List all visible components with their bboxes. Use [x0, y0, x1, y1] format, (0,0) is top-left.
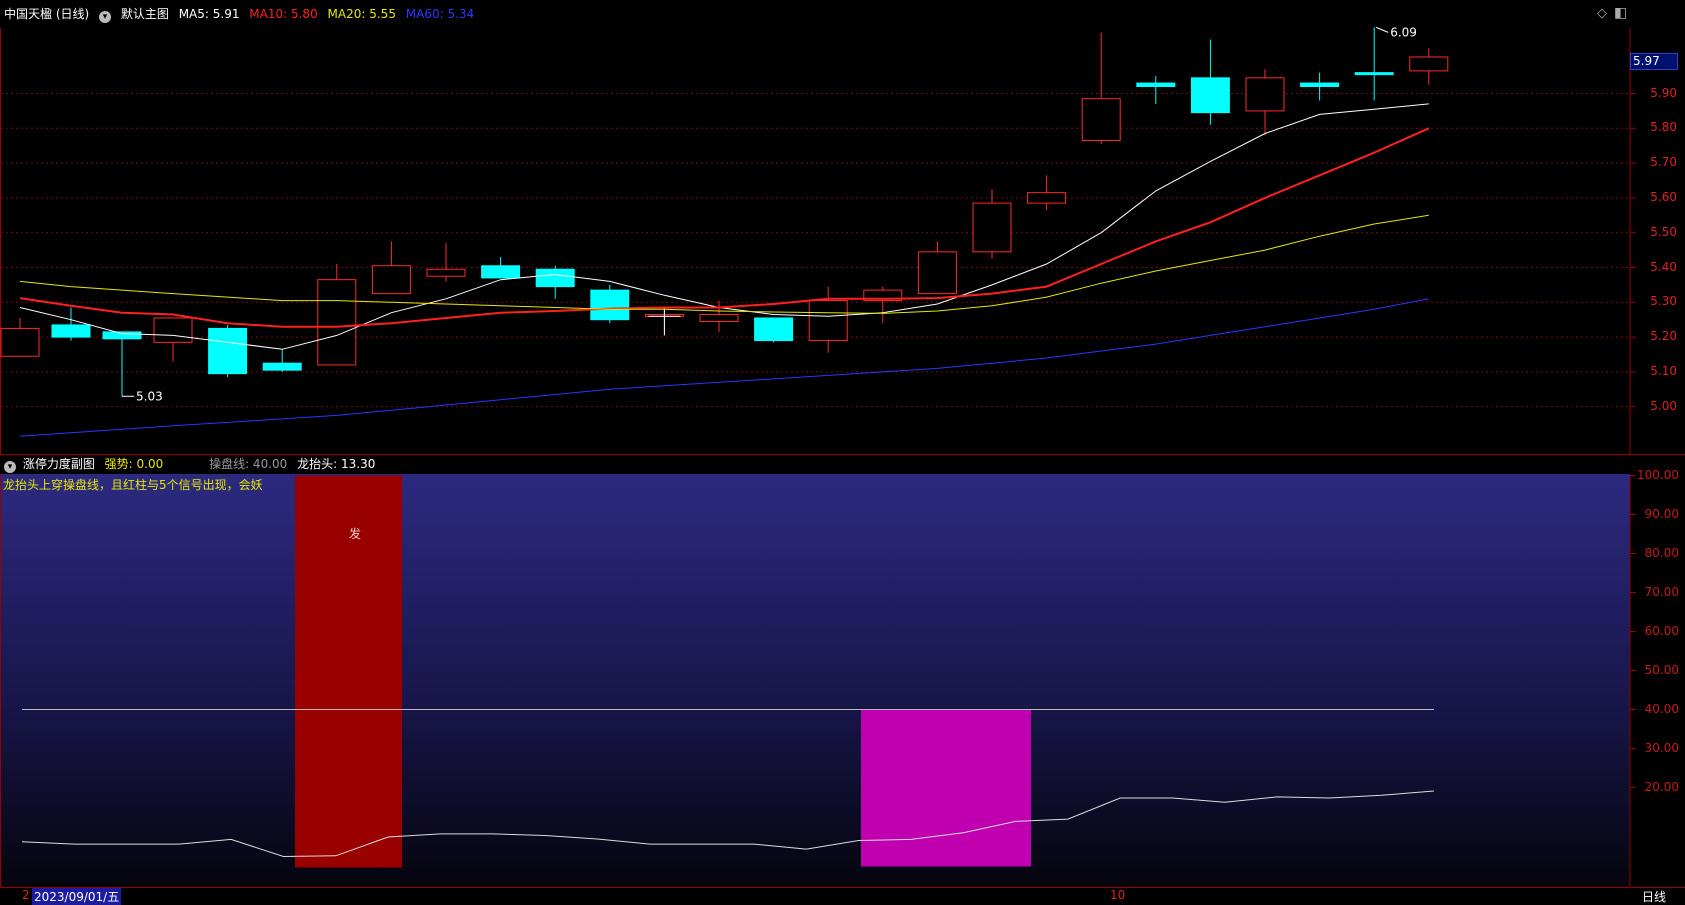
indicator-axis-label: 50.00 [1644, 662, 1679, 677]
period-label[interactable]: 日线 [1642, 888, 1666, 905]
x-axis-prefix: 2 [22, 888, 30, 902]
candlestick [262, 349, 302, 372]
candle-body [262, 362, 302, 371]
candlestick [1354, 27, 1394, 101]
candle-body [317, 279, 357, 366]
candle-body [426, 268, 466, 277]
candlestick [535, 265, 575, 299]
sub-note: 龙抬头上穿操盘线，且红柱与5个信号出现，会妖 [3, 478, 263, 492]
candle-body [917, 251, 957, 295]
indicator-axis-label: 100.00 [1637, 467, 1679, 482]
candlestick [1190, 39, 1230, 125]
candle-body [51, 324, 91, 338]
indicator-axis-label: 60.00 [1644, 623, 1679, 638]
x-axis-bar [0, 887, 1685, 905]
candlestick [371, 241, 411, 295]
cursor-date-label: 2023/09/01/五 [32, 888, 122, 905]
strength-label: 强势: 0.00 [104, 457, 164, 471]
sub-dropdown-icon[interactable]: ▾ [4, 461, 16, 473]
candlestick [1136, 76, 1176, 104]
sub-chart-header: ▾ 涨停力度副图 强势: 0.00 操盘线: 40.00 龙抬头: 13.30 [4, 455, 375, 473]
candlestick [972, 189, 1012, 259]
indicator-chart[interactable]: 发 [0, 474, 1685, 888]
ma5-line [19, 103, 1429, 350]
price-axis-label: 5.80 [1650, 120, 1677, 135]
candlestick [699, 300, 739, 332]
candle-body [481, 265, 521, 279]
candlestick [208, 324, 248, 378]
signal-magenta-bar [861, 709, 1031, 867]
candlestick [102, 331, 142, 397]
candlestick [153, 317, 193, 362]
indicator-axis-label: 80.00 [1644, 545, 1679, 560]
candlestick [317, 264, 357, 366]
dragon-label: 龙抬头: 13.30 [297, 457, 376, 471]
candle-body [102, 331, 142, 340]
candle-body [1300, 82, 1340, 88]
candle-body [972, 202, 1012, 253]
candle-body [590, 289, 630, 321]
price-axis-label: 5.30 [1650, 294, 1677, 309]
indicator-axis-label: 20.00 [1644, 779, 1679, 794]
candle-body [699, 313, 739, 322]
price-axis-label: 5.70 [1650, 155, 1677, 170]
candle-body [1409, 56, 1449, 72]
ops-label: 操盘线: 40.00 [209, 457, 288, 471]
high-marker-label: 6.09 [1390, 25, 1417, 39]
sub-title[interactable]: 涨停力度副图 [23, 457, 95, 471]
indicator-axis-label: 30.00 [1644, 740, 1679, 755]
candlestick [1245, 69, 1285, 136]
candlestick [1027, 175, 1067, 211]
candle-body [1136, 82, 1176, 88]
candlestick [1409, 48, 1449, 85]
candle-body [1027, 192, 1067, 204]
candle-body [808, 300, 848, 342]
price-axis-label: 5.20 [1650, 329, 1677, 344]
price-axis-label: 5.00 [1650, 398, 1677, 413]
candle-body [208, 327, 248, 375]
candlestick [754, 317, 794, 343]
candle-body [153, 317, 193, 343]
candle-body [1190, 77, 1230, 114]
candlestick [1081, 32, 1121, 144]
candlestick [863, 286, 903, 324]
candlestick [1300, 72, 1340, 101]
price-chart[interactable]: 6.09 5.03 [0, 0, 1685, 455]
price-axis-label: 5.50 [1650, 224, 1677, 239]
price-axis-label: 5.60 [1650, 189, 1677, 204]
candlestick [0, 317, 40, 357]
candlestick [481, 257, 521, 279]
candle-body [535, 268, 575, 288]
indicator-axis-label: 70.00 [1644, 584, 1679, 599]
indicator-axis-label: 90.00 [1644, 506, 1679, 521]
price-axis-label: 5.10 [1650, 363, 1677, 378]
indicator-background [1, 474, 1630, 887]
indicator-axis-label: 40.00 [1644, 701, 1679, 716]
candle-body [1354, 72, 1394, 76]
candle-body [1245, 77, 1285, 112]
candlestick [917, 241, 957, 295]
high-marker-arrow [1376, 26, 1389, 33]
candle-body [1081, 98, 1121, 141]
month-tick-label: 10 [1110, 888, 1126, 902]
candlestick [426, 243, 466, 282]
stock-chart-window: 中国天楹 (日线) ▾ 默认主图 MA5: 5.91 MA10: 5.80 MA… [0, 0, 1685, 905]
price-axis-label: 5.90 [1650, 85, 1677, 100]
candle-body [754, 317, 794, 342]
ma20-line [19, 214, 1429, 314]
price-axis-label: 5.40 [1650, 259, 1677, 274]
candle-body [0, 327, 40, 357]
low-marker-label: 5.03 [136, 389, 163, 403]
candlestick [590, 284, 630, 324]
candle-body [371, 265, 411, 295]
candlestick [808, 286, 848, 353]
signal-char-label: 发 [349, 526, 361, 541]
candlestick [51, 307, 91, 341]
current-price-tag: 5.97 [1630, 53, 1678, 70]
